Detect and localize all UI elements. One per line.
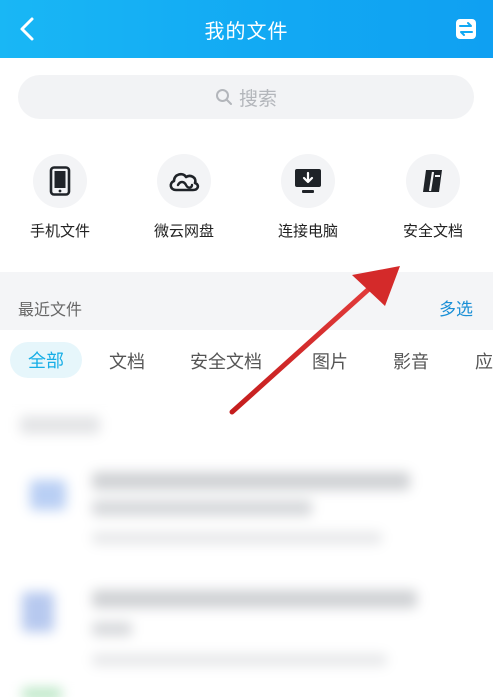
top-bar: 我的文件 — [0, 0, 493, 58]
date-group-label — [20, 416, 100, 434]
tab-documents[interactable]: 文档 — [109, 348, 145, 374]
search-input[interactable]: 搜索 — [18, 75, 474, 119]
search-area: 搜索 — [0, 58, 493, 142]
tool-label: 连接电脑 — [277, 222, 338, 240]
category-tabs: 全部 文档 安全文档 图片 影音 应 — [0, 332, 493, 392]
file-name-blurred — [92, 500, 312, 516]
screen: 我的文件 搜索 手机文件 微云网盘 连接电脑 安全文档 最近文件 多选 全部 文… — [0, 0, 493, 697]
switch-view-button[interactable] — [449, 12, 483, 46]
tool-secure-docs[interactable]: 安全文档 — [378, 154, 488, 241]
search-icon — [215, 89, 232, 105]
recent-files-title: 最近文件 — [18, 300, 83, 319]
file-name-blurred — [92, 590, 417, 608]
tool-weiyun-drive[interactable]: 微云网盘 — [129, 154, 239, 241]
tool-connect-pc[interactable]: 连接电脑 — [253, 154, 363, 241]
section-divider — [0, 272, 493, 284]
file-thumbnail[interactable] — [22, 688, 62, 697]
file-name-blurred — [92, 622, 132, 636]
recent-file-list — [0, 392, 493, 697]
cloud-icon — [169, 172, 200, 192]
tab-media[interactable]: 影音 — [393, 348, 429, 374]
tool-label: 安全文档 — [402, 222, 463, 240]
monitor-icon — [295, 169, 321, 193]
back-button[interactable] — [10, 12, 44, 46]
tab-images[interactable]: 图片 — [312, 348, 348, 374]
tab-apps[interactable]: 应 — [475, 348, 493, 374]
tool-label: 微云网盘 — [153, 222, 214, 240]
swap-icon — [456, 19, 476, 39]
page-title: 我的文件 — [204, 18, 289, 43]
search-placeholder: 搜索 — [238, 87, 277, 110]
file-thumbnail[interactable] — [22, 592, 54, 632]
tool-phone-files[interactable]: 手机文件 — [5, 154, 115, 241]
quick-tools: 手机文件 微云网盘 连接电脑 安全文档 — [0, 142, 493, 272]
file-name-blurred — [92, 472, 410, 490]
tool-label: 手机文件 — [29, 222, 90, 240]
tab-secure-docs[interactable]: 安全文档 — [190, 348, 262, 374]
file-thumbnail[interactable] — [30, 480, 66, 510]
file-meta-blurred — [92, 532, 382, 544]
tab-all[interactable]: 全部 — [10, 342, 82, 378]
file-meta-blurred — [92, 654, 387, 666]
multi-select-button[interactable]: 多选 — [439, 295, 473, 320]
secure-doc-icon — [423, 170, 442, 192]
chevron-left-icon — [20, 17, 34, 41]
recent-files-header: 最近文件 多选 — [0, 284, 493, 330]
phone-icon — [49, 166, 71, 196]
